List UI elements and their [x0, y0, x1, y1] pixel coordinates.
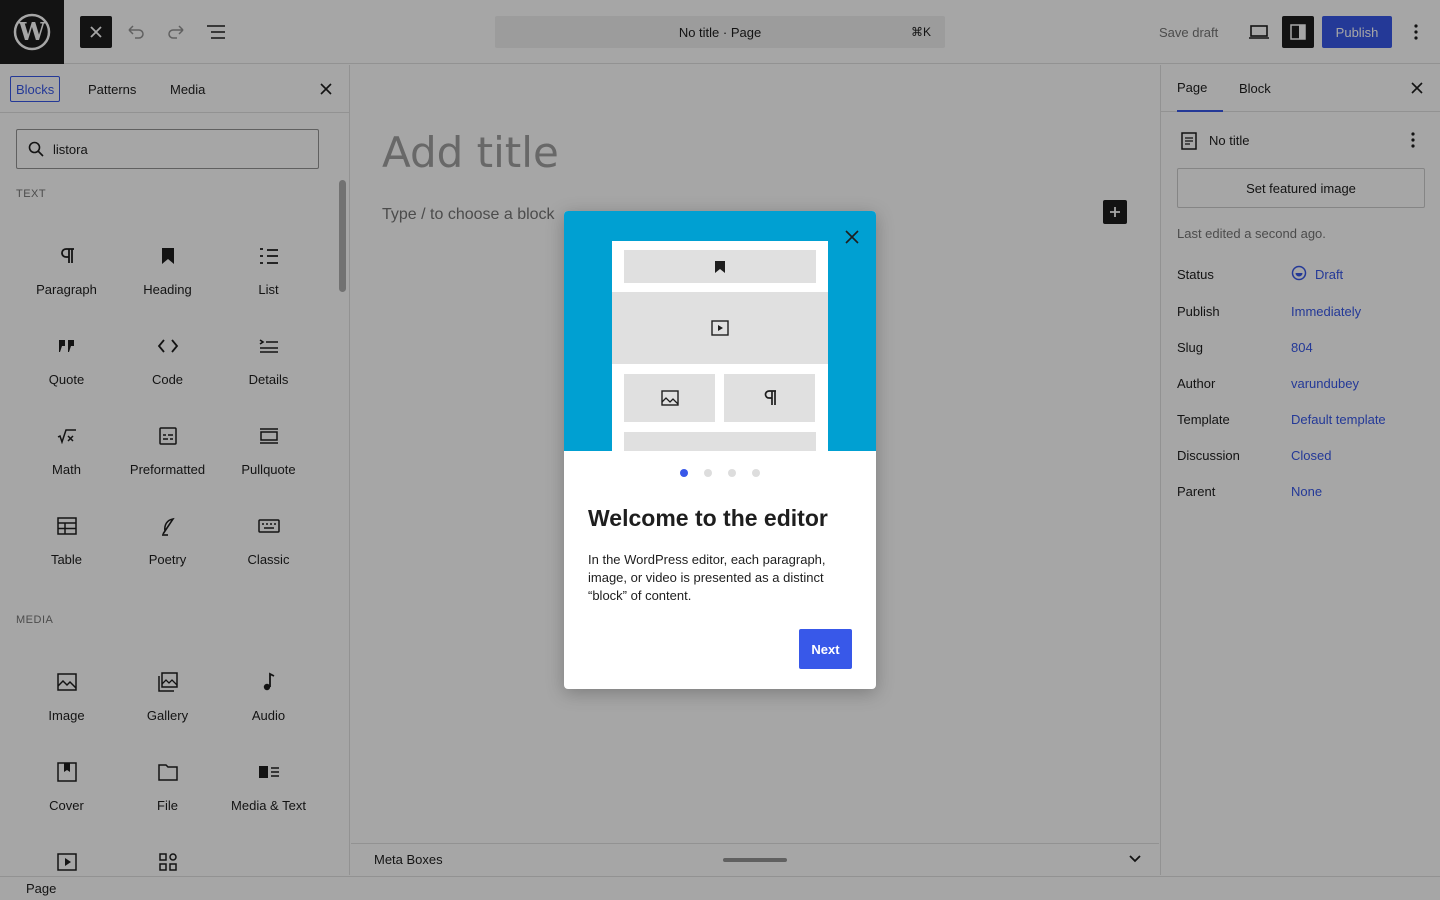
mock-video-block [612, 292, 828, 364]
mock-paragraph-block [724, 374, 815, 422]
video-icon [711, 320, 729, 336]
page-dot[interactable] [704, 469, 712, 477]
modal-body: In the WordPress editor, each paragraph,… [588, 552, 826, 603]
editor-mockup [612, 241, 828, 451]
mock-image-block [624, 374, 715, 422]
welcome-illustration [564, 211, 876, 451]
bookmark-icon [715, 260, 725, 273]
mock-text-block [624, 432, 816, 451]
page-dot[interactable] [680, 469, 688, 477]
page-dot[interactable] [752, 469, 760, 477]
modal-title: Welcome to the editor [588, 505, 828, 531]
welcome-guide-modal: Welcome to the editor In the WordPress e… [564, 211, 876, 689]
page-dot[interactable] [728, 469, 736, 477]
page-indicator [564, 469, 876, 477]
close-icon [845, 230, 859, 244]
image-icon [660, 390, 679, 406]
mock-heading-block [624, 250, 816, 283]
close-modal-button[interactable] [838, 223, 866, 251]
paragraph-icon [764, 390, 776, 405]
next-button[interactable]: Next [799, 629, 852, 669]
